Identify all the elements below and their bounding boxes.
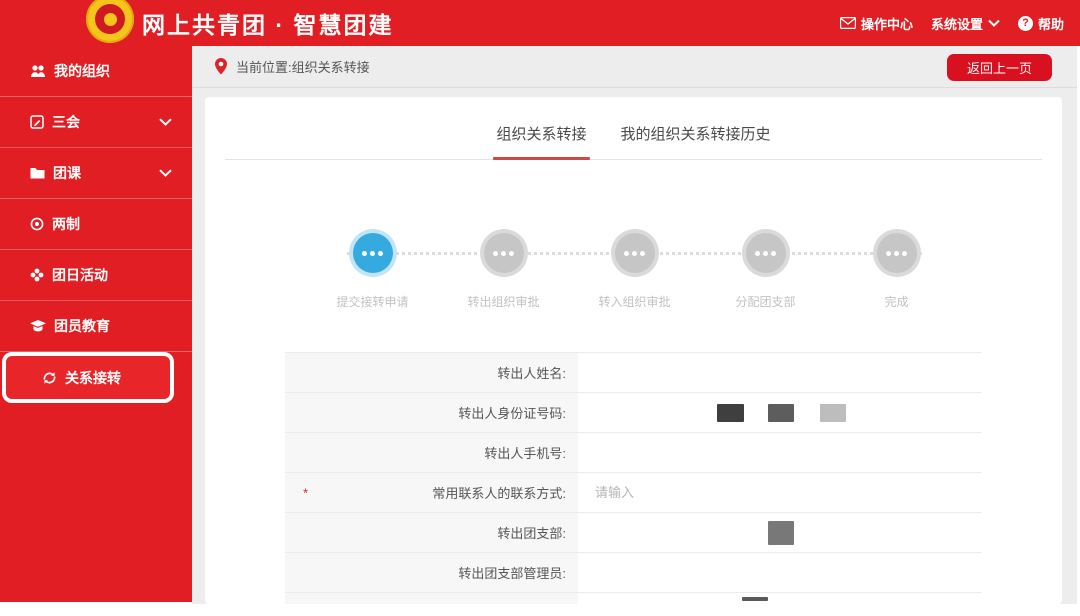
sidebar-item-label: 团日活动: [52, 267, 108, 283]
activity-icon: [30, 268, 44, 282]
redacted-value-block: [768, 404, 794, 422]
education-icon: [30, 319, 46, 333]
tab-my-transfer-history[interactable]: 我的组织关系转接历史: [621, 123, 771, 159]
contact-method-input[interactable]: [593, 484, 967, 501]
redacted-value-block: [742, 597, 768, 601]
chevron-down-icon: [159, 118, 172, 126]
organization-icon: [30, 64, 46, 78]
step-incoming-approval: 转入组织审批: [569, 233, 700, 310]
page-bottom-margin: [0, 604, 1080, 616]
id-number-field[interactable]: [578, 393, 982, 432]
partial-field: [578, 593, 982, 604]
sidebar: 我的组织 三会 团课 两制 团日活动 团员教育 关系接转: [0, 46, 192, 602]
course-icon: [30, 167, 45, 179]
step-label: 提交接转申请: [336, 295, 409, 309]
league-emblem-logo: [86, 0, 134, 43]
app-title: 网上共青团 · 智慧团建: [142, 12, 394, 38]
step-circle: [483, 233, 524, 273]
step-label: 转出组织审批: [467, 295, 540, 309]
form-row-phone: 转出人手机号:: [285, 433, 982, 473]
sidebar-item-label: 关系接转: [65, 369, 121, 386]
name-field[interactable]: [578, 353, 982, 392]
sidebar-item-relationship-transfer[interactable]: 关系接转: [2, 352, 174, 403]
sidebar-item-label: 团员教育: [54, 318, 110, 334]
step-circle: [745, 233, 786, 273]
main-content: 当前位置:组织关系转接 返回上一页 组织关系转接 我的组织关系转接历史 提交接转…: [192, 46, 1077, 604]
app-window: 网上共青团 · 智慧团建 操作中心 系统设置 帮助: [0, 0, 1080, 616]
step-circle: [876, 233, 917, 273]
help-icon: [1017, 15, 1033, 31]
field-label-text: 常用联系人的联系方式:: [432, 486, 566, 501]
location-pin-icon: [214, 58, 228, 75]
redacted-value-block: [717, 404, 744, 422]
operation-center-menu[interactable]: 操作中心: [839, 14, 913, 33]
phone-field[interactable]: [578, 433, 982, 472]
tab-organization-transfer[interactable]: 组织关系转接: [493, 123, 590, 160]
step-complete: 完成: [831, 233, 962, 310]
breadcrumb-bar: 当前位置:组织关系转接 返回上一页: [192, 46, 1077, 88]
help-label: 帮助: [1037, 16, 1064, 32]
sidebar-item-label: 两制: [52, 216, 80, 232]
transfer-form: 转出人姓名: 转出人身份证号码: 转出人手机号: * 常用联系人的联系方式: 请…: [285, 352, 982, 604]
field-label: 转出团支部管理员:: [285, 553, 578, 592]
branch-admin-field[interactable]: [578, 553, 982, 592]
contact-method-field-cell: [578, 473, 982, 512]
operation-center-label: 操作中心: [860, 16, 913, 32]
step-assign-branch: 分配团支部: [700, 233, 831, 310]
transfer-icon: [42, 371, 57, 385]
field-label: * 常用联系人的联系方式:: [285, 473, 578, 512]
form-row-contact-method: * 常用联系人的联系方式:: [285, 473, 982, 513]
form-row-partial: [285, 593, 982, 604]
sidebar-item-member-education[interactable]: 团员教育: [0, 301, 192, 352]
field-label: 转出人身份证号码:: [285, 393, 578, 432]
sidebar-item-league-day-activity[interactable]: 团日活动: [0, 250, 192, 301]
step-circle-active: [352, 233, 393, 273]
app-header: 网上共青团 · 智慧团建 操作中心 系统设置 帮助: [0, 0, 1080, 46]
sidebar-item-label: 团课: [53, 165, 81, 181]
meetings-icon: [30, 115, 44, 129]
form-row-branch-admin: 转出团支部管理员:: [285, 553, 982, 593]
form-row-name: 转出人姓名:: [285, 353, 982, 393]
mail-icon: [839, 17, 856, 29]
tab-bar: 组织关系转接 我的组织关系转接历史: [225, 97, 1042, 160]
step-submit-application: 提交接转申请: [307, 233, 438, 310]
back-button[interactable]: 返回上一页: [946, 54, 1052, 81]
chevron-down-icon: [988, 19, 1000, 27]
field-label: 转出人手机号:: [285, 433, 578, 472]
field-label: 转出团支部:: [285, 513, 578, 552]
step-label: 分配团支部: [735, 295, 796, 309]
form-row-outgoing-branch: 转出团支部:: [285, 513, 982, 553]
form-row-id-number: 转出人身份证号码:: [285, 393, 982, 433]
header-nav: 操作中心 系统设置 帮助: [839, 0, 1064, 46]
system-settings-menu[interactable]: 系统设置: [931, 14, 1000, 33]
sidebar-item-league-course[interactable]: 团课: [0, 148, 192, 199]
outgoing-branch-field[interactable]: [578, 513, 982, 552]
required-asterisk: *: [303, 485, 309, 500]
sidebar-item-two-systems[interactable]: 两制: [0, 199, 192, 250]
system-settings-label: 系统设置: [930, 16, 983, 32]
system-icon: [30, 217, 44, 231]
sidebar-item-label: 三会: [52, 114, 80, 130]
field-label: [285, 593, 578, 604]
field-label: 转出人姓名:: [285, 353, 578, 392]
sidebar-item-three-meetings[interactable]: 三会: [0, 97, 192, 148]
redacted-value-block: [768, 521, 794, 545]
redacted-value-block: [820, 404, 846, 422]
step-outgoing-approval: 转出组织审批: [438, 233, 569, 310]
breadcrumb: 当前位置:组织关系转接: [236, 60, 370, 75]
sidebar-item-my-organization[interactable]: 我的组织: [0, 46, 192, 97]
step-label: 转入组织审批: [598, 295, 671, 309]
chevron-down-icon: [159, 169, 172, 177]
sidebar-item-label: 我的组织: [54, 63, 110, 79]
step-circle: [614, 233, 655, 273]
transfer-card: 组织关系转接 我的组织关系转接历史 提交接转申请 转出组织审批 转入组织审批 分…: [205, 97, 1062, 604]
step-label: 完成: [884, 295, 909, 309]
progress-steps: 提交接转申请 转出组织审批 转入组织审批 分配团支部 完成: [307, 233, 962, 318]
help-menu[interactable]: 帮助: [1017, 14, 1064, 33]
